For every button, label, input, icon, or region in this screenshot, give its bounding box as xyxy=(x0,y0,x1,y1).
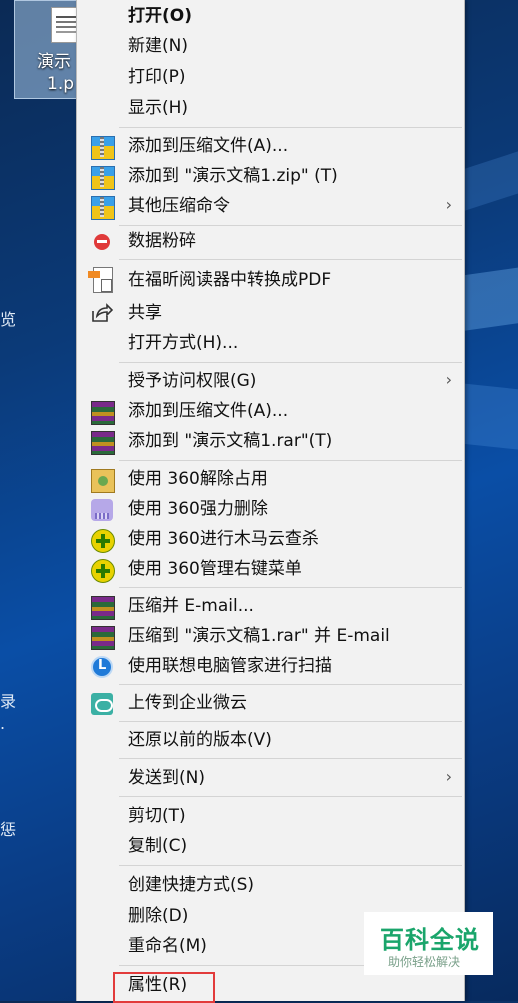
plus-360-icon xyxy=(91,529,115,553)
chevron-right-icon: › xyxy=(445,767,452,786)
watermark-title: 百科全说 xyxy=(380,926,480,954)
menu-item-grant-access[interactable]: 授予访问权限(G) › xyxy=(77,366,464,396)
menu-item-share[interactable]: 共享 xyxy=(77,298,464,328)
menu-separator xyxy=(119,721,462,722)
desktop-edge-text: . xyxy=(0,714,6,733)
menu-item-other-compress[interactable]: 其他压缩命令 › xyxy=(77,191,464,221)
desktop-file-label: 演示 1.p xyxy=(37,52,75,94)
menu-separator xyxy=(119,684,462,685)
menu-separator xyxy=(119,362,462,363)
menu-item-copy[interactable]: 复制(C) xyxy=(77,831,464,861)
menu-separator xyxy=(119,259,462,260)
stop-icon xyxy=(94,234,110,250)
desktop-edge-text: 览 xyxy=(0,310,17,329)
unlock-360-icon xyxy=(91,469,115,493)
menu-separator xyxy=(119,587,462,588)
menu-item-open[interactable]: 打开(O) xyxy=(77,1,464,31)
menu-item-restore-versions[interactable]: 还原以前的版本(V) xyxy=(77,725,464,755)
watermark-subtitle: 助你轻松解决 xyxy=(388,955,461,969)
menu-item-upload-weiyun[interactable]: 上传到企业微云 xyxy=(77,688,464,718)
share-icon xyxy=(91,303,113,325)
zip-archive-icon xyxy=(91,166,115,190)
menu-item-compress-email[interactable]: 压缩并 E-mail... xyxy=(77,591,464,621)
desktop-edge-text: 惩 xyxy=(0,820,17,839)
menu-item-360-unlock[interactable]: 使用 360解除占用 xyxy=(77,464,464,494)
lenovo-icon xyxy=(91,656,113,678)
menu-separator xyxy=(119,460,462,461)
menu-item-new[interactable]: 新建(N) xyxy=(77,31,464,61)
properties-highlight-box xyxy=(113,972,215,1003)
rar-icon xyxy=(91,596,115,620)
rar-icon xyxy=(91,626,115,650)
pdf-convert-icon xyxy=(88,267,113,293)
menu-separator xyxy=(119,865,462,866)
menu-item-print[interactable]: 打印(P) xyxy=(77,62,464,92)
menu-item-add-to-archive[interactable]: 添加到压缩文件(A)... xyxy=(77,131,464,161)
menu-item-show[interactable]: 显示(H) xyxy=(77,93,464,123)
zip-archive-icon xyxy=(91,136,115,160)
menu-item-convert-pdf[interactable]: 在福昕阅读器中转换成PDF xyxy=(77,265,464,295)
menu-item-send-to[interactable]: 发送到(N) › xyxy=(77,763,464,793)
menu-separator xyxy=(119,127,462,128)
zip-archive-icon xyxy=(91,196,115,220)
menu-item-360-trojan-scan[interactable]: 使用 360进行木马云查杀 xyxy=(77,524,464,554)
menu-item-add-to-rar[interactable]: 添加到 "演示文稿1.rar"(T) xyxy=(77,426,464,456)
chevron-right-icon: › xyxy=(445,370,452,389)
chevron-right-icon: › xyxy=(445,195,452,214)
menu-item-compress-rar-email[interactable]: 压缩到 "演示文稿1.rar" 并 E-mail xyxy=(77,621,464,651)
menu-item-create-shortcut[interactable]: 创建快捷方式(S) xyxy=(77,870,464,900)
plus-360-icon xyxy=(91,559,115,583)
menu-item-add-to-zip[interactable]: 添加到 "演示文稿1.zip" (T) xyxy=(77,161,464,191)
menu-item-lenovo-scan[interactable]: 使用联想电脑管家进行扫描 xyxy=(77,651,464,681)
menu-item-open-with[interactable]: 打开方式(H)... xyxy=(77,328,464,358)
menu-item-360-manage-menu[interactable]: 使用 360管理右键菜单 xyxy=(77,554,464,584)
cloud-icon xyxy=(91,693,113,715)
desktop-edge-text: 录 xyxy=(0,692,17,711)
menu-item-data-shred[interactable]: 数据粉碎 xyxy=(77,226,464,256)
menu-separator xyxy=(119,796,462,797)
watermark: 百科全说 助你轻松解决 xyxy=(364,912,493,975)
menu-separator xyxy=(119,758,462,759)
rar-icon xyxy=(91,401,115,425)
shredder-360-icon xyxy=(91,499,113,521)
context-menu: 打开(O) 新建(N) 打印(P) 显示(H) 添加到压缩文件(A)... 添加… xyxy=(76,0,465,1001)
menu-item-360-force-delete[interactable]: 使用 360强力删除 xyxy=(77,494,464,524)
rar-icon xyxy=(91,431,115,455)
menu-item-rar-add-archive[interactable]: 添加到压缩文件(A)... xyxy=(77,396,464,426)
menu-item-cut[interactable]: 剪切(T) xyxy=(77,801,464,831)
